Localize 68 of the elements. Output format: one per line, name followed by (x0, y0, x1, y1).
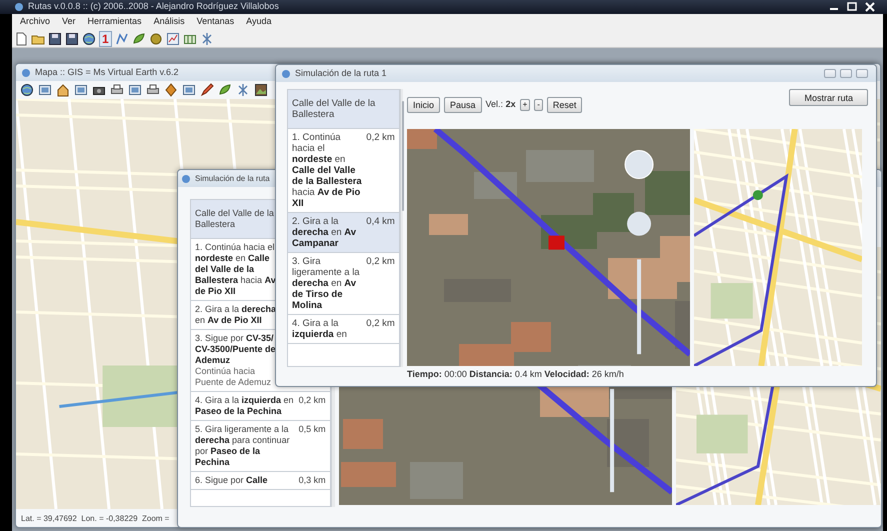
control-button[interactable]: Inicio (407, 97, 440, 113)
network-icon[interactable] (200, 32, 214, 46)
route-header[interactable]: Calle del Valle de la Ballestera (288, 90, 399, 129)
step-text: 5. Gira ligeramente a la derecha para continuar por Paseo de la Pechina (195, 424, 291, 468)
speed-label: Vel.: 2x (486, 98, 516, 112)
window-title: Rutas v.0.0.8 :: (c) 2006..2008 - Alejandro Rodríguez Villalobos (28, 0, 280, 14)
step-text: 3. Sigue por CV-35/ CV-3500/Puente de Ademuz (195, 333, 277, 366)
menu-item[interactable]: Ventanas (196, 15, 234, 29)
step-distance: 0,2 km (366, 318, 395, 331)
step-distance: 0,4 km (366, 216, 395, 229)
route-step[interactable]: 6. Sigue por Calle 0,3 km (191, 472, 330, 490)
floppy-icon[interactable] (65, 32, 79, 46)
window-title: Simulación de la ruta (195, 172, 270, 184)
control-button[interactable]: Reset (546, 97, 582, 113)
sphere-icon[interactable] (148, 32, 163, 46)
step-distance: 0,3 km (298, 475, 326, 486)
scrollbar[interactable] (400, 89, 403, 367)
maximize-icon[interactable] (847, 2, 857, 12)
step-text: Calle del Valle de la Ballestera (292, 98, 376, 120)
menu-item[interactable]: Archivo (20, 15, 50, 29)
pencil-icon[interactable] (200, 83, 214, 97)
photo-icon[interactable] (254, 83, 268, 97)
route-step[interactable]: 4. Gira a la izquierda en 0,2 km (288, 315, 399, 344)
route-step[interactable]: 4. Gira a la izquierda en Paseo de la Pechina 0,2 km (191, 392, 330, 421)
simulation-status: Tiempo: 00:00 Distancia: 0.4 km Velocidad: 26 km/h (407, 368, 625, 381)
step-text: 2. Gira a la derecha en Av de Pio XII (195, 304, 278, 326)
show-route-button[interactable]: Mostrar ruta (789, 89, 868, 106)
page-icon[interactable] (14, 32, 28, 46)
floppy-icon[interactable] (48, 32, 62, 46)
control-button[interactable]: + (520, 99, 530, 111)
route-step[interactable]: 5. Gira ligeramente a la derecha para continuar por Paseo de la Pechina 0,5 km (191, 421, 330, 472)
scrollbar-thumb[interactable] (402, 101, 404, 211)
path-icon[interactable] (114, 32, 129, 46)
leaf-icon[interactable] (132, 32, 146, 46)
step-text: 6. Sigue por Calle (195, 475, 269, 486)
step-distance: 0,2 km (366, 132, 395, 145)
step-distance: 0,5 km (298, 424, 326, 436)
window-title: Mapa :: GIS = Ms Virtual Earth v.6.2 (35, 66, 178, 79)
coordinates-status: Lat. = 39,47692 Lon. = -0,38229 Zoom = (20, 513, 170, 525)
network-icon[interactable] (236, 83, 250, 97)
control-button[interactable]: Pausa (444, 97, 482, 113)
route-number-button[interactable]: 1 (99, 30, 112, 46)
close-icon[interactable] (865, 2, 875, 12)
step-text: 1. Continúa hacia el nordeste en Calle del Valle de la Ballestera hacia Av de Pio XII (195, 242, 277, 297)
menu-item[interactable]: Ayuda (246, 15, 272, 29)
menu-item[interactable]: Herramientas (88, 15, 142, 29)
frame-icon[interactable] (182, 83, 196, 97)
frame-icon[interactable] (38, 83, 52, 97)
control-button[interactable]: - (534, 99, 543, 111)
step-text: Calle del Valle de la Ballestera (195, 208, 275, 230)
step-distance: 0,2 km (366, 256, 395, 269)
printer-icon[interactable] (110, 83, 124, 97)
app-icon (14, 2, 24, 12)
house-icon[interactable] (56, 83, 70, 97)
printer-icon[interactable] (146, 83, 160, 97)
window-title: Simulación de la ruta 1 (295, 66, 387, 80)
menu-item[interactable]: Análisis (154, 15, 185, 29)
menu-item[interactable]: Ver (62, 15, 76, 29)
step-note: Continúa hacia Puente de Ademuz (195, 366, 272, 388)
route-step[interactable]: 3. Gira ligeramente a la derecha en Av de Tirso de Molina 0,2 km (288, 253, 399, 315)
leaf-icon[interactable] (218, 83, 232, 97)
route-step[interactable]: 2. Gira a la derecha en Av Campanar 0,4 km (288, 213, 399, 253)
frame-icon[interactable] (128, 83, 142, 97)
chart-icon[interactable] (166, 32, 180, 46)
step-text: 4. Gira a la izquierda en Paseo de la Pechina (195, 395, 295, 417)
frame-icon[interactable] (74, 83, 88, 97)
step-distance: 0,2 km (298, 395, 326, 407)
diamond-icon[interactable] (164, 83, 178, 97)
